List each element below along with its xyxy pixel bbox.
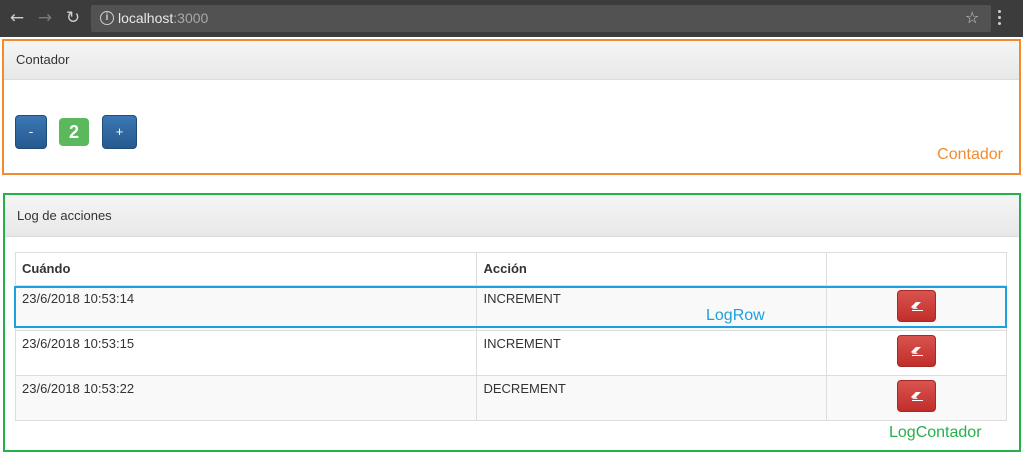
logcontador-annotation-label: LogContador (889, 424, 982, 441)
contador-annotation-label: Contador (937, 146, 1003, 163)
arrow-left-icon[interactable]: ← (8, 9, 26, 27)
info-icon[interactable]: i (100, 11, 114, 25)
arrow-right-icon[interactable]: → (36, 9, 54, 27)
logrow-annotation-label: LogRow (706, 307, 765, 324)
browser-toolbar: ← → ↻ i localhost:3000 ☆ (0, 0, 1023, 37)
contador-annotation-frame (2, 39, 1021, 175)
logrow-annotation-frame (14, 286, 1007, 328)
url-text[interactable]: localhost:3000 (118, 10, 208, 26)
star-icon[interactable]: ☆ (965, 8, 979, 27)
url-port: :3000 (173, 10, 209, 26)
address-bar[interactable]: i localhost:3000 ☆ (91, 5, 991, 32)
url-host: localhost (118, 10, 174, 26)
kebab-menu-icon[interactable] (998, 10, 1002, 28)
reload-icon[interactable]: ↻ (64, 9, 82, 27)
